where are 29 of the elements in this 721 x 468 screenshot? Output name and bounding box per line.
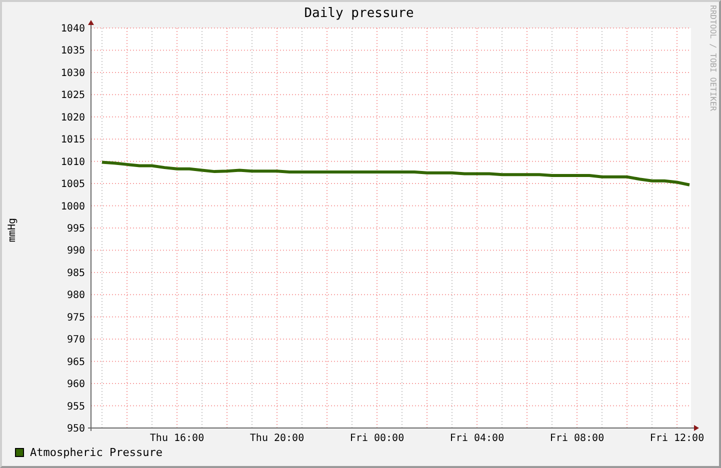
y-tick-label: 1025 [60,90,85,102]
y-tick-label: 965 [66,356,85,368]
x-tick-label: Fri 08:00 [550,433,604,444]
y-tick-label: 1020 [60,112,85,124]
y-tick-label: 955 [66,401,85,412]
y-tick-label: 985 [66,268,85,279]
x-tick-label: Thu 20:00 [250,433,304,444]
y-tick-label: 1035 [60,46,85,57]
y-tick-label: 990 [66,246,85,257]
y-axis-label: mmHg [6,218,18,243]
chart-title: Daily pressure [304,7,414,20]
y-tick-label: 950 [66,424,85,434]
y-tick-label: 995 [66,224,85,234]
x-tick-label: Fri 00:00 [350,433,404,444]
x-tick-label: Thu 16:00 [150,433,204,444]
credit-text: RRDTOOL / TOBI OETIKER [708,5,716,113]
y-tick-label: 1030 [60,68,85,79]
y-tick-label: 1000 [60,201,85,212]
y-tick-label: 1040 [60,24,85,34]
x-tick-label: Fri 12:00 [650,433,704,444]
y-tick-label: 975 [66,312,85,324]
y-tick-label: 960 [66,379,85,390]
y-tick-label: 970 [66,334,85,346]
legend-label: Atmospheric Pressure [30,447,162,458]
x-tick-label: Fri 04:00 [450,433,504,444]
y-tick-label: 980 [66,290,85,302]
y-tick-label: 1010 [60,156,85,168]
y-tick-label: 1015 [60,134,85,146]
y-tick-label: 1005 [60,179,85,190]
